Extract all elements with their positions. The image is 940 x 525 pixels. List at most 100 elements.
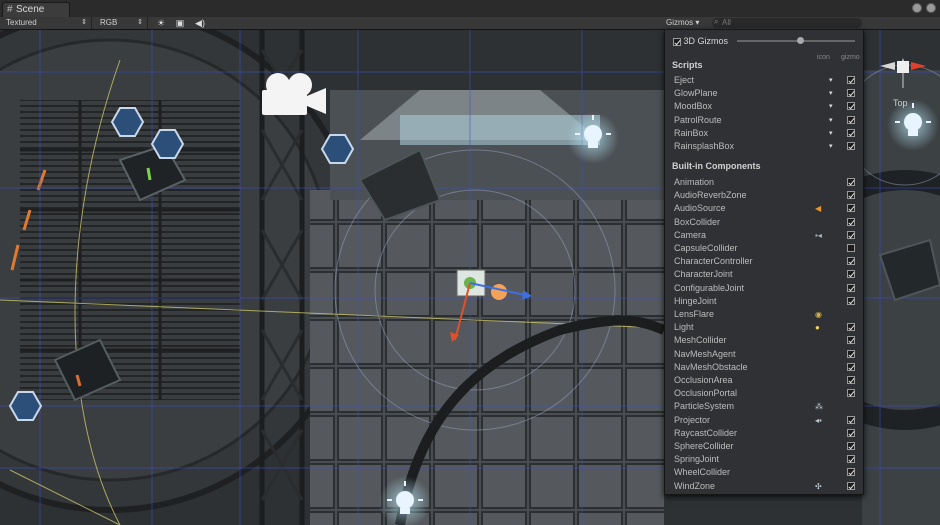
search-placeholder: All xyxy=(722,18,731,27)
gizmos-dropdown[interactable]: Gizmos ▾ xyxy=(666,17,699,29)
gizmo-toggle-checkbox[interactable] xyxy=(847,442,855,450)
icon-select-dropdown[interactable]: ▾ xyxy=(829,100,833,113)
gizmo-toggle-checkbox[interactable] xyxy=(847,217,855,226)
gizmo-toggle-checkbox[interactable] xyxy=(847,128,855,137)
gizmo-row-particlesystem[interactable]: ParticleSystem ⁂ xyxy=(665,400,863,413)
gizmo-row-navmeshobstacle[interactable]: NavMeshObstacle xyxy=(665,361,863,374)
gizmo-row-lensflare[interactable]: LensFlare ◉ xyxy=(665,308,863,321)
gizmo-row-rainbox[interactable]: RainBox ▾ xyxy=(665,127,863,140)
gizmo-row-eject[interactable]: Eject ▾ xyxy=(665,74,863,87)
gizmo-row-characterjoint[interactable]: CharacterJoint xyxy=(665,268,863,281)
gizmo-row-glowplane[interactable]: GlowPlane ▾ xyxy=(665,87,863,100)
icon-select-dropdown[interactable]: ▾ xyxy=(829,114,833,127)
gizmo-toggle-checkbox[interactable] xyxy=(847,481,855,490)
gizmo-row-meshcollider[interactable]: MeshCollider xyxy=(665,334,863,347)
gizmo-row-charactercontroller[interactable]: CharacterController xyxy=(665,255,863,268)
gizmo-row-navmeshagent[interactable]: NavMeshAgent xyxy=(665,348,863,361)
gizmo-toggle-checkbox[interactable] xyxy=(847,244,855,252)
gizmo-row-label: GlowPlane xyxy=(674,88,718,99)
gizmo-toggle-checkbox[interactable] xyxy=(847,89,855,98)
scene-tab-icon: # xyxy=(7,4,13,15)
gizmo-toggle-checkbox[interactable] xyxy=(847,428,855,437)
gizmo-toggle-checkbox[interactable] xyxy=(847,204,855,213)
particle-icon[interactable]: ⁂ xyxy=(815,400,823,413)
lightbulb-icon[interactable]: ● xyxy=(815,321,820,334)
gizmo-row-projector[interactable]: Projector ◂▪ xyxy=(665,414,863,427)
lensflare-icon[interactable]: ◉ xyxy=(815,308,822,321)
gizmo-toggle-checkbox[interactable] xyxy=(847,455,855,464)
gizmo-row-patrolroute[interactable]: PatrolRoute ▾ xyxy=(665,114,863,127)
gizmo-row-raycastcollider[interactable]: RaycastCollider xyxy=(665,427,863,440)
gizmo-row-camera[interactable]: Camera ▪◂ xyxy=(665,229,863,242)
gizmo-row-light[interactable]: Light ● xyxy=(665,321,863,334)
scene-gizmo-orientation-label[interactable]: Top xyxy=(893,98,908,108)
icon-column-header: icon xyxy=(817,54,830,61)
gizmo-toggle-checkbox[interactable] xyxy=(847,323,855,332)
gizmo-toggle-checkbox[interactable] xyxy=(847,115,855,124)
gizmo-toggle-checkbox[interactable] xyxy=(847,230,855,239)
gizmos-3d-toggle[interactable]: 3D Gizmos xyxy=(673,36,728,46)
gizmo-row-label: NavMeshAgent xyxy=(674,348,736,359)
icon-select-dropdown[interactable]: ▾ xyxy=(829,140,833,153)
gizmo-row-label: RaycastCollider xyxy=(674,427,738,438)
gizmo-row-boxcollider[interactable]: BoxCollider xyxy=(665,216,863,229)
window-maximize-button[interactable] xyxy=(926,3,936,13)
gizmo-row-label: Eject xyxy=(674,75,695,85)
gizmo-row-occlusionarea[interactable]: OcclusionArea xyxy=(665,374,863,387)
gizmo-toggle-checkbox[interactable] xyxy=(847,415,855,424)
gizmo-row-label: SpringJoint xyxy=(674,454,720,465)
gizmo-row-hingejoint[interactable]: HingeJoint xyxy=(665,295,863,308)
gizmo-toggle-checkbox[interactable] xyxy=(847,191,855,200)
chevron-down-icon: ⇕ xyxy=(137,19,143,26)
window-menu-button[interactable] xyxy=(912,3,922,13)
windzone-icon[interactable]: ✣ xyxy=(815,480,822,493)
gizmo-row-audioreverbzone[interactable]: AudioReverbZone xyxy=(665,189,863,202)
gizmo-toggle-checkbox[interactable] xyxy=(847,349,855,358)
gizmo-row-label: AudioSource xyxy=(674,203,726,214)
color-mode-dropdown[interactable]: RGB ⇕ xyxy=(94,17,148,29)
camera-icon[interactable]: ▪◂ xyxy=(815,229,822,242)
gizmo-toggle-checkbox[interactable] xyxy=(847,468,855,477)
gizmo-row-occlusionportal[interactable]: OcclusionPortal xyxy=(665,387,863,400)
gizmo-row-springjoint[interactable]: SpringJoint xyxy=(665,453,863,466)
gizmo-toggle-checkbox[interactable] xyxy=(847,257,855,266)
gizmo-row-moodbox[interactable]: MoodBox ▾ xyxy=(665,100,863,113)
gizmo-toggle-checkbox[interactable] xyxy=(847,270,855,279)
gizmo-toggle-checkbox[interactable] xyxy=(847,102,855,111)
chevron-down-icon: ▾ xyxy=(695,18,700,27)
gizmo-row-label: OcclusionPortal xyxy=(674,388,738,399)
gizmo-toggle-checkbox[interactable] xyxy=(847,142,855,150)
scene-audio-toggle-icon[interactable]: ◀) xyxy=(192,17,208,29)
gizmo-row-animation[interactable]: Animation xyxy=(665,176,863,189)
gizmo-row-wheelcollider[interactable]: WheelCollider xyxy=(665,466,863,479)
scene-lighting-toggle-icon[interactable]: ☀ xyxy=(153,17,169,29)
gizmos-3d-checkbox[interactable] xyxy=(673,37,681,46)
gizmo-row-label: MoodBox xyxy=(674,101,713,112)
icon-select-dropdown[interactable]: ▾ xyxy=(829,87,833,100)
gizmo-toggle-checkbox[interactable] xyxy=(847,376,855,384)
speaker-icon[interactable]: ◀ xyxy=(815,202,821,215)
search-input[interactable]: All xyxy=(712,17,862,28)
icon-select-dropdown[interactable]: ▾ xyxy=(829,127,833,140)
tab-scene[interactable]: # Scene xyxy=(2,2,70,17)
gizmo-row-audiosource[interactable]: AudioSource ◀ xyxy=(665,202,863,215)
gizmo-toggle-checkbox[interactable] xyxy=(847,389,855,398)
gizmo-row-windzone[interactable]: WindZone ✣ xyxy=(665,480,863,493)
gizmo-toggle-checkbox[interactable] xyxy=(847,283,855,292)
gizmo-row-spherecollider[interactable]: SphereCollider xyxy=(665,440,863,453)
gizmo-row-configurablejoint[interactable]: ConfigurableJoint xyxy=(665,282,863,295)
gizmo-toggle-checkbox[interactable] xyxy=(847,76,855,84)
gizmo-toggle-checkbox[interactable] xyxy=(847,178,855,186)
render-mode-value: Textured xyxy=(6,18,37,27)
icon-select-dropdown[interactable]: ▾ xyxy=(829,74,833,87)
gizmo-row-capsulecollider[interactable]: CapsuleCollider xyxy=(665,242,863,255)
icon-size-slider[interactable] xyxy=(737,37,855,44)
gizmo-toggle-checkbox[interactable] xyxy=(847,336,855,345)
gizmo-row-rainsplashbox[interactable]: RainsplashBox ▾ xyxy=(665,140,863,153)
slider-knob[interactable] xyxy=(797,37,804,44)
scene-overlay-toggle-icon[interactable]: ▣ xyxy=(172,17,188,29)
gizmo-toggle-checkbox[interactable] xyxy=(847,296,855,305)
render-mode-dropdown[interactable]: Textured ⇕ xyxy=(0,17,92,29)
gizmo-toggle-checkbox[interactable] xyxy=(847,362,855,371)
projector-icon[interactable]: ◂▪ xyxy=(815,414,822,427)
